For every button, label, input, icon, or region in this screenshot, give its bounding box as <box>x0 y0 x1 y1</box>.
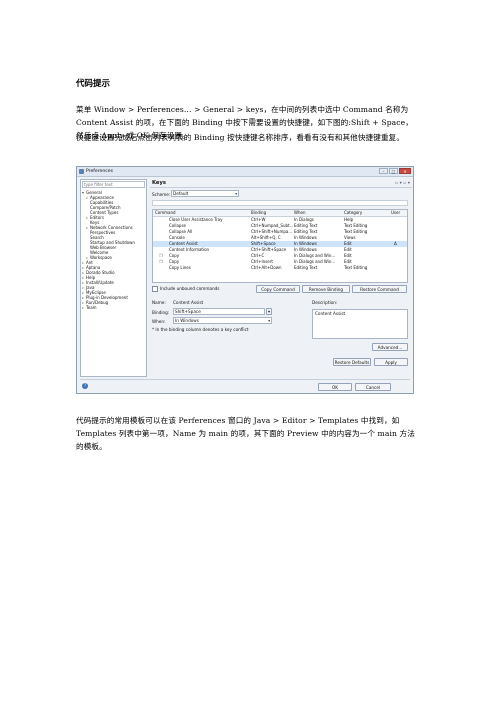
paragraph-check-duplicates: 快捷键设置完成后点击列表列表的 Binding 按快捷键名称排序，看看有没有和其… <box>76 133 405 142</box>
command-filter-input[interactable] <box>152 200 408 206</box>
restore-command-button[interactable]: Restore Command <box>352 285 407 293</box>
column-header-command[interactable]: Command <box>155 210 205 216</box>
dialog-titlebar: Preferences – □ ✕ <box>77 167 413 177</box>
keys-page: Keys ⇦ ▾ ⇨ ▾ Scheme: Default ▾ Command B… <box>150 179 412 377</box>
remove-binding-button[interactable]: Remove Binding <box>302 285 350 293</box>
copy-command-button[interactable]: Copy Command <box>256 285 300 293</box>
name-value: Content Assist <box>173 300 204 305</box>
description-label: Description: <box>312 300 338 305</box>
help-icon[interactable]: ? <box>82 383 88 389</box>
footer-divider <box>80 379 410 380</box>
minimize-button[interactable]: – <box>379 168 388 174</box>
column-header-when[interactable]: When <box>294 210 324 216</box>
binding-input[interactable]: Shift+Space <box>173 308 265 315</box>
column-header-binding[interactable]: Binding <box>251 210 281 216</box>
table-header: Command Binding When Category User <box>153 210 407 217</box>
include-unbound-checkbox[interactable]: Include unbound commands <box>152 286 219 292</box>
checkbox-box[interactable] <box>152 286 158 292</box>
scheme-label: Scheme: <box>152 192 171 197</box>
bindings-table: Command Binding When Category User Close… <box>152 209 408 283</box>
cancel-button[interactable]: Cancel <box>355 383 391 391</box>
binding-label: Binding: <box>152 310 170 315</box>
maximize-button[interactable]: □ <box>389 168 398 174</box>
chevron-down-icon: ▾ <box>268 319 270 323</box>
when-label: When: <box>152 319 166 324</box>
ok-button[interactable]: OK <box>318 383 352 391</box>
conflict-note: * In the binding column denotes a key co… <box>152 327 249 332</box>
when-select[interactable]: In Windows ▾ <box>173 317 272 324</box>
eclipse-window-icon <box>79 169 84 174</box>
description-value: Content Assist <box>315 311 346 316</box>
scheme-select[interactable]: Default ▾ <box>171 190 239 197</box>
close-button[interactable]: ✕ <box>399 168 411 174</box>
description-box: Content Assist <box>312 309 408 339</box>
history-nav-arrows[interactable]: ⇦ ▾ ⇨ ▾ <box>395 180 410 185</box>
title-divider <box>150 187 412 188</box>
document-title: 代码提示 <box>76 79 111 89</box>
tree-item-team[interactable]: ▹ Team <box>82 305 97 310</box>
scheme-value: Default <box>173 191 189 196</box>
table-row[interactable]: Copy Lines Ctrl+Alt+Down Editing Text Te… <box>153 265 407 271</box>
name-label: Name: <box>152 300 166 305</box>
apply-button[interactable]: Apply <box>374 358 408 366</box>
preferences-tree-pane: type filter text ▾ General ▹ Appearance Ca… <box>80 179 147 377</box>
preferences-dialog-screenshot: Preferences – □ ✕ type filter text ▾ Gene… <box>76 166 414 394</box>
column-header-category[interactable]: Category <box>344 210 374 216</box>
binding-options-button[interactable]: ▾ <box>266 308 272 315</box>
chevron-down-icon: ▾ <box>235 192 237 196</box>
advanced-button[interactable]: Advanced... <box>372 343 408 351</box>
dialog-title: Preferences <box>86 169 114 174</box>
tree-filter-input[interactable]: type filter text <box>82 181 145 188</box>
column-header-user[interactable]: User <box>391 210 407 216</box>
paragraph-templates: 代码提示的常用模板可以在该 Perferences 窗口的 Java > Edi… <box>76 416 415 451</box>
when-value: In Windows <box>175 318 199 323</box>
page-title: Keys <box>152 180 166 186</box>
restore-defaults-button[interactable]: Restore Defaults <box>333 358 371 366</box>
